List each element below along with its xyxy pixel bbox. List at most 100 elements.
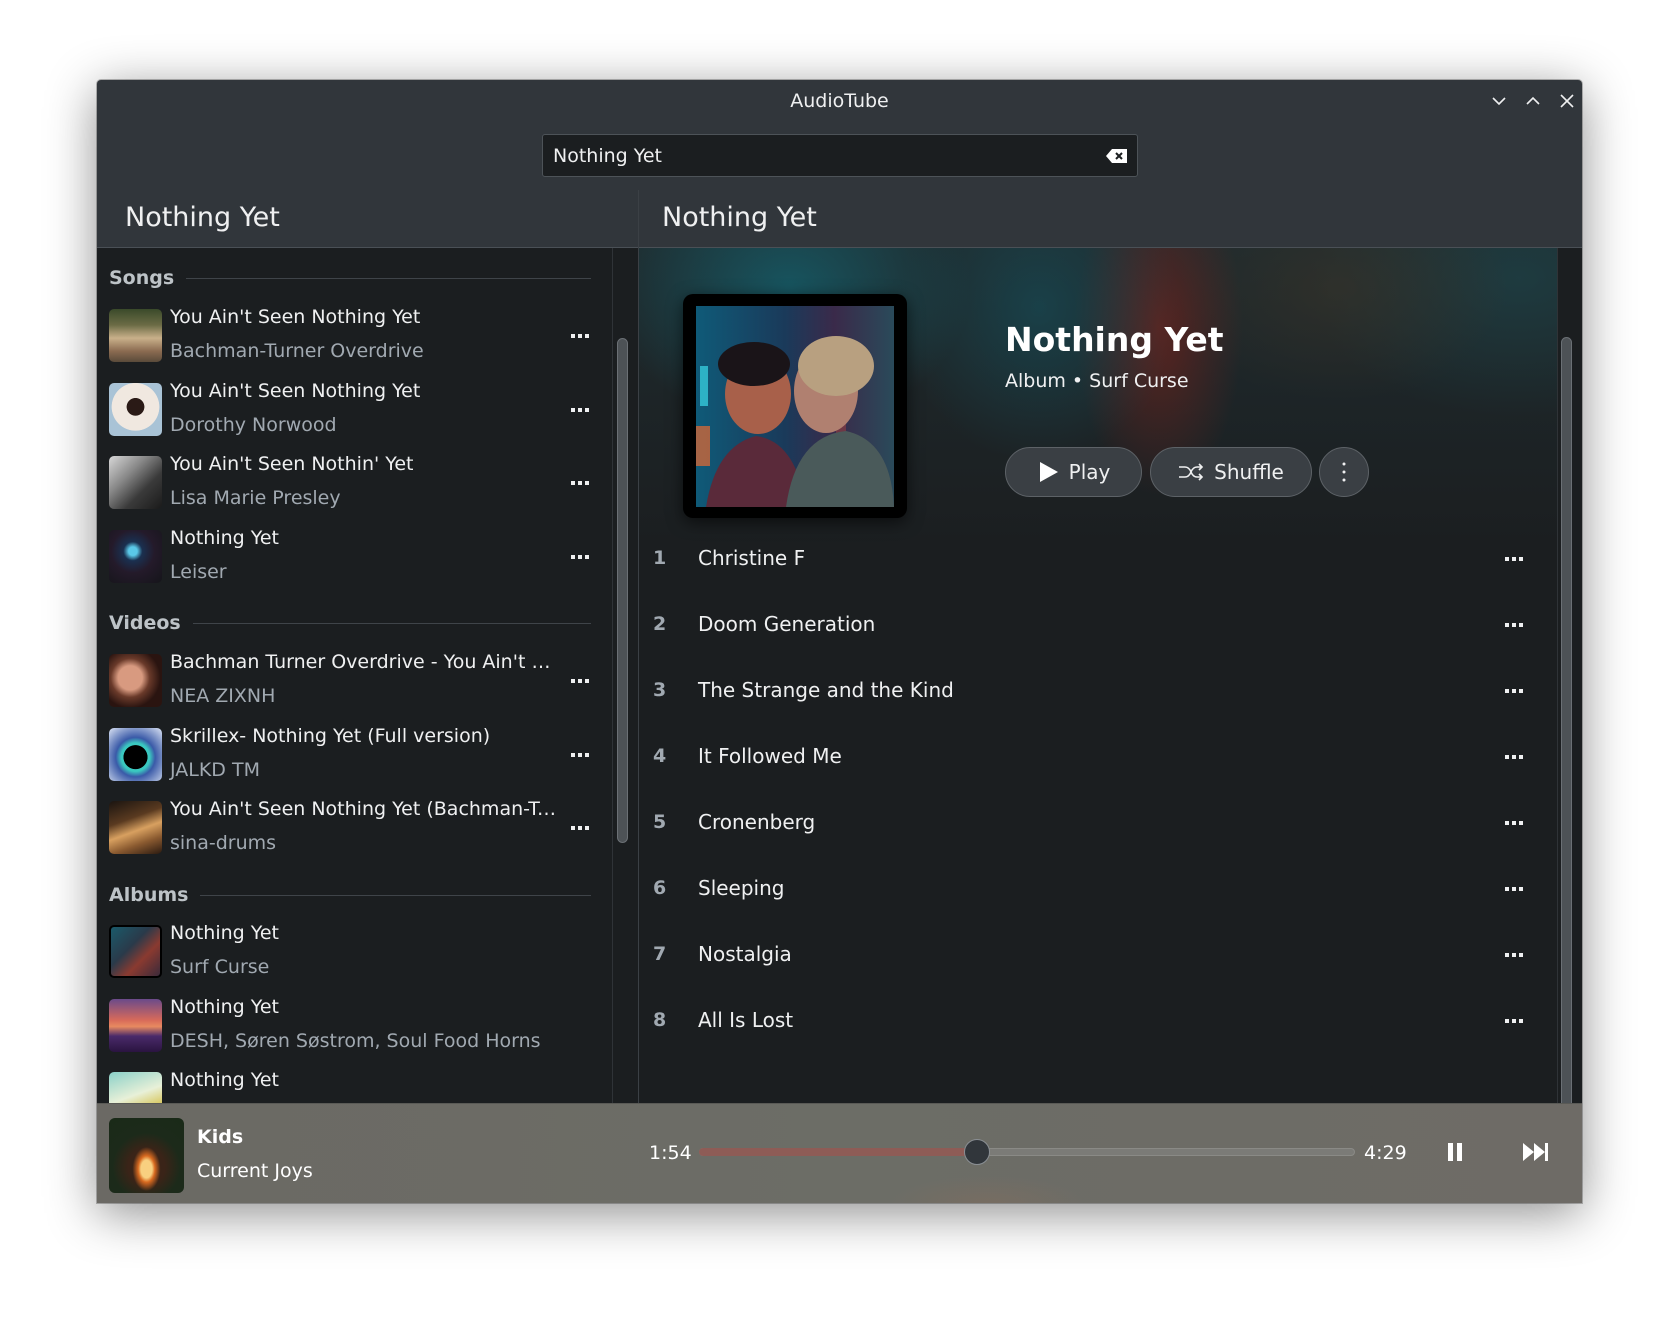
track-title: All Is Lost (698, 1008, 794, 1032)
track-row[interactable]: 2 Doom Generation (639, 593, 1557, 659)
close-button[interactable] (1554, 88, 1580, 114)
track-more-button[interactable] (1501, 747, 1527, 767)
track-title: The Strange and the Kind (698, 678, 954, 702)
section-divider (200, 894, 591, 896)
search-input[interactable] (543, 135, 1093, 176)
song-item[interactable]: You Ain't Seen Nothing Yet Dorothy Norwo… (109, 378, 591, 442)
track-title: Sleeping (698, 876, 785, 900)
track-row[interactable]: 5 Cronenberg (639, 791, 1557, 857)
left-scrollbar-thumb[interactable] (617, 338, 628, 843)
track-more-button[interactable] (1501, 681, 1527, 701)
item-subtitle: Lisa Marie Presley (170, 487, 341, 509)
track-title: Cronenberg (698, 810, 816, 834)
track-number: 8 (653, 1009, 667, 1031)
item-title: Nothing Yet (170, 996, 279, 1018)
play-button[interactable]: Play (1005, 447, 1142, 497)
maximize-button[interactable] (1520, 88, 1546, 114)
seek-slider[interactable] (699, 1139, 1355, 1165)
more-options-button[interactable] (567, 818, 593, 838)
track-more-button[interactable] (1501, 945, 1527, 965)
track-title: Nostalgia (698, 942, 792, 966)
right-panel-title: Nothing Yet (662, 202, 817, 233)
now-playing-title: Kids (197, 1126, 244, 1148)
close-icon (1560, 94, 1574, 108)
album-subtitle: Album • Surf Curse (1005, 370, 1189, 392)
video-thumbnail (109, 654, 162, 707)
now-playing-artist: Current Joys (197, 1160, 313, 1182)
more-vertical-icon (1342, 462, 1346, 482)
section-divider (192, 622, 591, 624)
track-number: 2 (653, 613, 667, 635)
pause-icon (1448, 1143, 1462, 1161)
album-item[interactable]: Nothing Yet Surf Curse (109, 920, 591, 984)
play-label: Play (1068, 460, 1111, 484)
video-item[interactable]: Bachman Turner Overdrive - You Ain't See… (109, 649, 591, 713)
song-thumbnail (109, 456, 162, 509)
more-options-button[interactable] (567, 671, 593, 691)
search-field[interactable] (542, 134, 1138, 177)
song-item[interactable]: Nothing Yet Leiser (109, 525, 591, 589)
more-options-button[interactable] (567, 473, 593, 493)
current-time: 1:54 (649, 1142, 692, 1164)
shuffle-button[interactable]: Shuffle (1150, 447, 1312, 497)
track-row[interactable]: 3 The Strange and the Kind (639, 659, 1557, 725)
track-row[interactable]: 7 Nostalgia (639, 923, 1557, 989)
pause-button[interactable] (1439, 1136, 1471, 1168)
right-scrollbar-thumb[interactable] (1561, 337, 1572, 1113)
video-item[interactable]: You Ain't Seen Nothing Yet (Bachman-Turn… (109, 796, 591, 860)
song-item[interactable]: You Ain't Seen Nothing Yet Bachman-Turne… (109, 304, 591, 368)
section-title: Songs (109, 267, 175, 289)
total-time: 4:29 (1364, 1142, 1407, 1164)
item-subtitle: Dorothy Norwood (170, 414, 337, 436)
more-options-button[interactable] (567, 400, 593, 420)
seek-handle[interactable] (964, 1139, 991, 1165)
video-thumbnail (109, 801, 162, 854)
item-title: Nothing Yet (170, 1069, 279, 1091)
next-track-button[interactable] (1520, 1136, 1552, 1168)
track-more-button[interactable] (1501, 813, 1527, 833)
track-more-button[interactable] (1501, 879, 1527, 899)
item-title: Nothing Yet (170, 922, 279, 944)
player-bar: Kids Current Joys 1:54 4:29 (97, 1103, 1582, 1203)
track-title: Christine F (698, 546, 806, 570)
track-number: 4 (653, 745, 667, 767)
more-options-button[interactable] (567, 326, 593, 346)
more-options-button[interactable] (567, 745, 593, 765)
track-more-button[interactable] (1501, 549, 1527, 569)
album-item[interactable]: Nothing Yet DESH, Søren Søstrom, Soul Fo… (109, 994, 591, 1058)
section-title: Albums (109, 884, 189, 906)
album-cover-art (696, 306, 894, 507)
shuffle-label: Shuffle (1214, 460, 1284, 484)
track-row[interactable]: 1 Christine F (639, 527, 1557, 593)
album-more-button[interactable] (1319, 447, 1369, 497)
item-title: Bachman Turner Overdrive - You Ain't See… (170, 651, 560, 673)
minimize-button[interactable] (1486, 88, 1512, 114)
track-more-button[interactable] (1501, 615, 1527, 635)
item-title: You Ain't Seen Nothin' Yet (170, 453, 414, 475)
section-title: Videos (109, 612, 181, 634)
track-title: It Followed Me (698, 744, 842, 768)
cover-image (696, 306, 894, 507)
now-playing-art[interactable] (109, 1118, 184, 1193)
title-bar: AudioTube (97, 80, 1582, 122)
song-item[interactable]: You Ain't Seen Nothin' Yet Lisa Marie Pr… (109, 451, 591, 515)
album-detail-panel: Nothing Yet Album • Surf Curse Play Shuf… (639, 248, 1582, 1183)
window-title: AudioTube (790, 90, 889, 112)
item-subtitle: Leiser (170, 561, 227, 583)
more-options-button[interactable] (567, 547, 593, 567)
track-row[interactable]: 4 It Followed Me (639, 725, 1557, 791)
album-thumbnail (109, 925, 162, 978)
track-number: 5 (653, 811, 667, 833)
section-header-videos: Videos (109, 609, 591, 637)
search-results-list: Songs You Ain't Seen Nothing Yet Bachman… (97, 248, 638, 1183)
track-more-button[interactable] (1501, 1011, 1527, 1031)
clear-search-button[interactable] (1105, 146, 1129, 166)
section-header-albums: Albums (109, 881, 591, 909)
app-window: AudioTube Nothing Yet Nothing Yet Nothin… (97, 80, 1582, 1203)
track-row[interactable]: 6 Sleeping (639, 857, 1557, 923)
track-row[interactable]: 8 All Is Lost (639, 989, 1557, 1055)
item-subtitle: JALKD TM (170, 759, 260, 781)
video-item[interactable]: Skrillex- Nothing Yet (Full version) JAL… (109, 723, 591, 787)
item-title: You Ain't Seen Nothing Yet (170, 380, 421, 402)
track-number: 1 (653, 547, 667, 569)
